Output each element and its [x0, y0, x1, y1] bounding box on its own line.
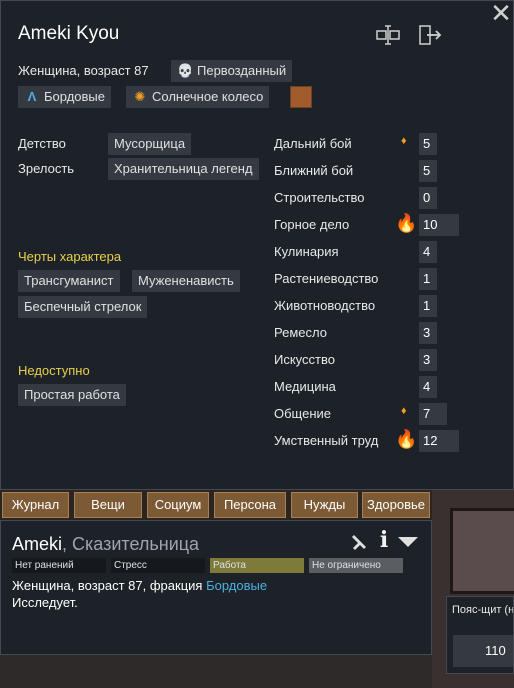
inspector-faction-link[interactable]: Бордовые — [206, 578, 267, 593]
trait-chip[interactable]: Мужененависть — [132, 270, 240, 292]
tab-log[interactable]: Журнал — [2, 492, 69, 518]
skill-level[interactable]: 10 — [419, 214, 459, 236]
inspector-pawn-title: Сказительница — [72, 534, 200, 554]
inspector-description-text: Женщина, возраст 87, фракция — [12, 578, 207, 593]
health-bar[interactable]: Нет ранений — [12, 558, 106, 573]
skill-name: Дальний бой — [274, 136, 352, 151]
tab-gear[interactable]: Вещи — [74, 492, 142, 518]
tab-persona[interactable]: Персона — [214, 492, 286, 518]
shield-energy-value: 110 — [485, 643, 506, 658]
skill-name: Общение — [274, 406, 332, 421]
skill-name: Животноводство — [274, 298, 376, 313]
minor-passion-icon: ♦ — [401, 405, 407, 417]
game-world-strip — [0, 655, 432, 688]
skill-name: Кулинария — [274, 244, 339, 259]
inspector-activity: Исследует. — [12, 595, 78, 610]
inspector-separator: , — [62, 534, 73, 554]
skill-name: Горное дело — [274, 217, 350, 232]
xenotype-chip[interactable]: 💀 Первозданный — [171, 60, 293, 82]
xenotype-label: Первозданный — [197, 63, 287, 78]
work-schedule-bar[interactable]: Работа — [210, 558, 304, 573]
skill-name: Строительство — [274, 190, 365, 205]
rename-icon[interactable] — [376, 25, 400, 45]
inspector-pawn-name: Ameki — [12, 534, 63, 554]
favorite-color-swatch — [290, 86, 312, 108]
skill-level[interactable]: 5 — [419, 160, 437, 182]
pawn-name: Ameki Kyou — [18, 23, 120, 44]
incapable-title: Недоступно — [18, 363, 90, 378]
adulthood-chip[interactable]: Хранительница легенд — [108, 158, 259, 180]
skill-level[interactable]: 0 — [419, 187, 437, 209]
skill-name: Растениеводство — [274, 271, 379, 286]
inspector-title: Ameki, Сказительница — [12, 534, 199, 555]
character-card-panel: ✕ Ameki Kyou Женщина, возраст 87 💀 Первоз… — [0, 0, 514, 490]
inspect-tabs: Журнал Вещи Социум Персона Нужды Здоровь… — [0, 490, 432, 520]
skill-name: Умственный труд — [274, 433, 379, 448]
ideology-label: Солнечное колесо — [152, 89, 264, 104]
inspector-panel: Ameki, Сказительница i Нет ранений Стрес… — [0, 520, 432, 655]
trait-chip[interactable]: Беспечный стрелок — [18, 296, 148, 318]
skull-icon: 💀 — [177, 63, 194, 78]
info-icon[interactable]: i — [377, 527, 391, 553]
skill-name: Ближний бой — [274, 163, 354, 178]
trait-chip[interactable]: Трансгуманист — [18, 270, 120, 292]
skill-level[interactable]: 12 — [419, 430, 459, 452]
major-passion-icon: 🔥 — [395, 213, 418, 233]
ideology-chip[interactable]: ✺ Солнечное колесо — [126, 86, 270, 108]
area-restriction-bar[interactable]: Не ограничено — [309, 558, 403, 573]
mood-bar[interactable]: Стресс — [111, 558, 205, 573]
skill-level[interactable]: 3 — [419, 349, 437, 371]
collapse-icon[interactable] — [397, 535, 419, 549]
incapable-chip[interactable]: Простая работа — [18, 384, 126, 406]
skill-level[interactable]: 7 — [419, 403, 447, 425]
sun-wheel-icon: ✺ — [134, 89, 146, 104]
inspector-description: Женщина, возраст 87, фракция Бордовые — [12, 578, 267, 593]
faction-label: Бордовые — [44, 89, 105, 104]
major-passion-icon: 🔥 — [395, 429, 418, 449]
shield-belt-gizmo[interactable]: Пояс-щит (н 110 — [446, 596, 514, 674]
draft-icon[interactable] — [351, 533, 369, 551]
skill-level[interactable]: 4 — [419, 376, 437, 398]
skill-name: Медицина — [274, 379, 336, 394]
skill-level[interactable]: 1 — [419, 268, 437, 290]
skill-level[interactable]: 5 — [419, 133, 437, 155]
childhood-label: Детство — [18, 136, 66, 151]
pawn-description: Женщина, возраст 87 — [18, 63, 149, 78]
close-icon[interactable]: ✕ — [490, 0, 512, 26]
faction-a-icon: Λ — [27, 89, 37, 104]
skill-level[interactable]: 1 — [419, 295, 437, 317]
skill-name: Искусство — [274, 352, 335, 367]
skill-level[interactable]: 3 — [419, 322, 437, 344]
tab-needs[interactable]: Нужды — [291, 492, 358, 518]
skill-level[interactable]: 4 — [419, 241, 437, 263]
minor-passion-icon: ♦ — [401, 135, 407, 147]
banish-icon[interactable] — [418, 25, 442, 45]
childhood-chip[interactable]: Мусорщица — [108, 133, 192, 155]
door-tile — [450, 508, 514, 594]
skill-name: Ремесло — [274, 325, 327, 340]
faction-chip[interactable]: Λ Бордовые — [18, 86, 111, 108]
tab-social[interactable]: Социум — [147, 492, 209, 518]
tab-health[interactable]: Здоровье — [362, 492, 430, 518]
traits-title: Черты характера — [18, 249, 122, 264]
adulthood-label: Зрелость — [18, 161, 75, 176]
shield-belt-label: Пояс-щит (н — [452, 604, 514, 616]
